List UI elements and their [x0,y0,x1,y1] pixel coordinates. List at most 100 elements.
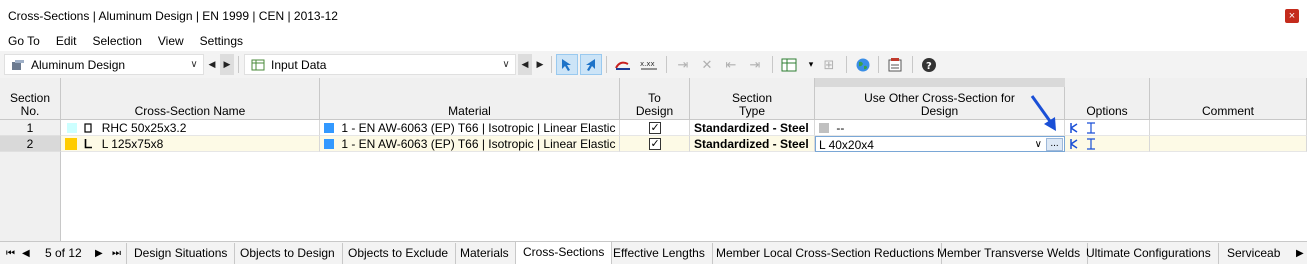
toolbar-separator [772,56,773,73]
cross-sections-table: Section No. Cross-Section Name Material … [0,78,1307,241]
material-color-swatch [324,139,334,149]
tab-member-local-cross-section-reductions[interactable]: Member Local Cross-Section Reductions [709,243,943,264]
toolbar-separator [606,56,607,73]
delete-row-icon[interactable]: ✕ [696,54,718,75]
show-values-icon[interactable] [612,54,634,75]
scroll-tabs-right-icon[interactable]: ▶ [1296,243,1304,264]
menu-settings[interactable]: Settings [200,32,243,50]
toolbar-separator [846,56,847,73]
filter-icon[interactable]: ⊞ [818,54,840,75]
section-color-swatch [65,138,77,150]
tab-member-transverse-welds[interactable]: Member Transverse Welds [930,243,1089,264]
report-icon[interactable] [884,54,906,75]
tab-design-situations[interactable]: Design Situations [126,243,236,264]
buckling-option-icon[interactable] [1069,122,1079,134]
help-icon[interactable]: ? [918,54,940,75]
material-name: 1 - EN AW-6063 (EP) T66 | Isotropic | Li… [341,137,616,151]
table-row-name-cell[interactable]: L 125x75x8 [61,136,320,152]
section-color-swatch [67,123,77,133]
header-section-type: Section Type [690,78,815,120]
use-other-value: -- [836,121,845,135]
header-name: Cross-Section Name [61,78,320,120]
toolbar-separator [912,56,913,73]
menu-goto[interactable]: Go To [8,32,40,50]
input-data-value: Input Data [271,57,327,72]
table-input-icon [251,59,265,70]
header-comment: Comment [1150,78,1307,120]
pointer-arrow-icon [1030,95,1056,131]
toolbar-separator [238,56,239,73]
buckling-option-icon[interactable] [1069,138,1079,150]
browse-button[interactable]: ... [1046,138,1063,151]
export-table-icon[interactable] [778,54,800,75]
toolbar-separator [666,56,667,73]
table-row-options-cell [1065,120,1150,136]
module-combo[interactable]: Aluminum Design ∨ [4,54,204,75]
insert-row-icon[interactable]: ⇥ [672,54,694,75]
row-number[interactable]: 2 [0,136,61,152]
tab-cross-sections[interactable]: Cross-Sections [515,242,613,264]
to-design-checkbox[interactable] [648,120,661,135]
chevron-down-icon[interactable]: ∨ [497,59,515,70]
tab-materials[interactable]: Materials [453,243,517,264]
move-down-icon[interactable]: ⇥ [744,54,766,75]
row-header-empty-area [0,152,61,241]
section-name: RHC 50x25x3.2 [101,121,187,135]
rhc-section-icon [84,123,92,133]
pick-from-model-icon[interactable] [580,54,602,75]
use-other-dropdown[interactable]: L 40x20x4 ∨ ... [815,136,1065,152]
prev-module-button[interactable]: ◀ [205,54,219,75]
input-data-combo[interactable]: Input Data ∨ [244,54,516,75]
number-format-icon[interactable]: x.xx [638,54,660,75]
tab-objects-to-design[interactable]: Objects to Design [233,243,343,264]
use-other-value: L 40x20x4 [819,138,874,152]
chevron-down-icon[interactable]: ∨ [185,59,203,70]
toolbar-separator [878,56,879,73]
table-row-section-type-cell: Standardized - Steel [690,136,815,152]
angle-section-icon [85,139,93,149]
toolbar: Aluminum Design ∨ ◀ ▶ Input Data ∨ ◀ ▶ x… [0,51,1307,78]
table-row-comment-cell[interactable] [1150,136,1307,152]
next-module-button[interactable]: ▶ [220,54,234,75]
tab-serviceability[interactable]: Serviceab [1220,243,1287,264]
next-page-icon[interactable]: ▶ [95,243,103,264]
window-title: Cross-Sections | Aluminum Design | EN 19… [8,9,338,23]
material-color-swatch [324,123,334,133]
close-icon[interactable]: × [1285,9,1299,23]
header-options: Options [1065,78,1150,120]
to-design-checkbox[interactable] [648,136,661,151]
table-row-name-cell[interactable]: RHC 50x25x3.2 [61,120,320,136]
globe-icon[interactable] [852,54,874,75]
prev-table-button[interactable]: ◀ [518,54,532,75]
tab-effective-lengths[interactable]: Effective Lengths [606,243,713,264]
next-table-button[interactable]: ▶ [533,54,547,75]
svg-text:x.xx: x.xx [640,60,655,68]
svg-text:?: ? [926,61,932,72]
i-beam-option-icon[interactable] [1086,122,1096,134]
table-row-material-cell[interactable]: 1 - EN AW-6063 (EP) T66 | Isotropic | Li… [320,136,620,152]
tab-bar: ⏮ ◀ 5 of 12 ▶ ⏭ Design Situations Object… [0,241,1307,264]
use-other-color-swatch [819,123,829,133]
table-row-to-design-cell [620,136,690,152]
prev-page-icon[interactable]: ◀ [22,243,30,264]
menu-selection[interactable]: Selection [93,32,142,50]
header-group-band [815,78,1065,87]
menu-edit[interactable]: Edit [56,32,77,50]
select-in-model-icon[interactable] [556,54,578,75]
module-combo-value: Aluminum Design [31,57,126,72]
menu-bar: Go To Edit Selection View Settings [0,32,259,50]
tab-ultimate-configurations[interactable]: Ultimate Configurations [1079,243,1219,264]
first-page-icon[interactable]: ⏮ [6,243,15,264]
chevron-down-icon[interactable]: ∨ [1035,137,1042,151]
move-up-icon[interactable]: ⇤ [720,54,742,75]
tab-objects-to-exclude[interactable]: Objects to Exclude [341,243,457,264]
material-name: 1 - EN AW-6063 (EP) T66 | Isotropic | Li… [341,121,616,135]
i-beam-option-icon[interactable] [1086,138,1096,150]
page-indicator: 5 of 12 [45,246,82,260]
table-row-comment-cell[interactable] [1150,120,1307,136]
table-row-material-cell[interactable]: 1 - EN AW-6063 (EP) T66 | Isotropic | Li… [320,120,620,136]
table-row-to-design-cell [620,120,690,136]
menu-view[interactable]: View [158,32,184,50]
last-page-icon[interactable]: ⏭ [112,243,121,264]
row-number[interactable]: 1 [0,120,61,136]
